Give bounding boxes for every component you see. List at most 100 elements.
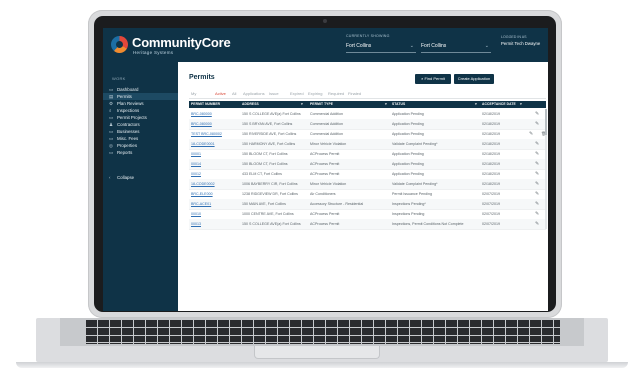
address-cell: 1000 CENTRE AVE, Fort Collins bbox=[242, 212, 294, 216]
sidebar-item-permits[interactable]: ▤ Permits bbox=[103, 93, 178, 100]
currently-showing-label: CURRENTLY SHOWING bbox=[346, 34, 390, 38]
edit-icon[interactable]: ✎ bbox=[535, 139, 539, 149]
permit-number-link[interactable]: BRC-080000 bbox=[191, 109, 212, 119]
main-content: Permits ⌕ Find Permit Create Application… bbox=[178, 62, 548, 311]
edit-icon[interactable]: ✎ bbox=[535, 209, 539, 219]
edit-icon[interactable]: ✎ bbox=[535, 169, 539, 179]
edit-icon[interactable]: ✎ bbox=[535, 109, 539, 119]
permit-number-link[interactable]: 00014 bbox=[191, 159, 201, 169]
logged-in-label: LOGGED IN AS bbox=[501, 35, 527, 39]
tab-expiring[interactable]: Expiring bbox=[308, 89, 322, 98]
create-application-button[interactable]: Create Application bbox=[454, 74, 494, 84]
permit-number-link[interactable]: 00001 bbox=[191, 149, 201, 159]
address-cell: 150 BLOOM CT, Fort Collins bbox=[242, 152, 288, 156]
filter-icon[interactable]: ▿ bbox=[385, 101, 387, 108]
property-icon: ◎ bbox=[109, 143, 114, 148]
edit-icon[interactable]: ✎ bbox=[535, 199, 539, 209]
location-select[interactable]: Fort Collins ⌄ bbox=[421, 40, 491, 53]
scrollbar-thumb[interactable] bbox=[545, 109, 547, 135]
sidebar-item-permit-projects[interactable]: ▭ Permit Projects bbox=[109, 114, 147, 121]
sidebar-item-dashboard[interactable]: ▭ Dashboard bbox=[109, 86, 138, 93]
chevron-left-icon: ‹ bbox=[109, 175, 111, 180]
tab-active[interactable]: Active bbox=[215, 89, 226, 98]
table-scrollbar[interactable] bbox=[545, 109, 547, 229]
permit-type-cell: Commercial Addition bbox=[310, 132, 343, 136]
edit-icon[interactable]: ✎ bbox=[535, 219, 539, 229]
contractor-icon: ♟ bbox=[109, 122, 114, 127]
sidebar-item-contractors[interactable]: ♟ Contractors bbox=[109, 121, 140, 128]
camera-icon bbox=[323, 19, 327, 23]
status-cell: Application Pending bbox=[392, 132, 424, 136]
sidebar-item-businesses[interactable]: ▭ Businesses bbox=[109, 128, 139, 135]
sidebar-item-reports[interactable]: ▭ Reports bbox=[109, 149, 132, 156]
find-permit-button[interactable]: ⌕ Find Permit bbox=[415, 74, 451, 84]
acceptance-date-cell: 02/07/2019 bbox=[482, 192, 500, 196]
table-row[interactable]: 00013 150 S COLLEGE AVE(a) Fort Collins AC… bbox=[189, 219, 546, 230]
column-header-address[interactable]: ADDRESS bbox=[242, 101, 259, 108]
permit-type-cell: ACProcess Permit bbox=[310, 212, 340, 216]
permit-number-link[interactable]: 00012 bbox=[191, 169, 201, 179]
permit-number-link[interactable]: BRC-ACE01 bbox=[191, 199, 211, 209]
acceptance-date-cell: 02/18/2019 bbox=[482, 122, 500, 126]
sidebar-item-misc-fees[interactable]: ▭ Misc. Fees bbox=[109, 135, 138, 142]
permit-number-link[interactable]: BRC-ELE000 bbox=[191, 189, 213, 199]
edit-icon[interactable]: ✎ bbox=[535, 119, 539, 129]
address-cell: 150 S COLLEGE AVE(a) Fort Collins bbox=[242, 112, 301, 116]
filter-icon[interactable]: ▿ bbox=[475, 101, 477, 108]
sidebar-heading: WORK bbox=[112, 76, 126, 81]
acceptance-date-cell: 02/07/2019 bbox=[482, 222, 500, 226]
sidebar-item-inspections[interactable]: ⌕ Inspections bbox=[109, 107, 139, 114]
status-cell: Permit Issuance Pending bbox=[392, 192, 432, 196]
tab-applications[interactable]: Applications bbox=[243, 89, 265, 98]
address-cell: 1238 RIDGEVIEW DR, Fort Collins bbox=[242, 192, 298, 196]
permit-number-link[interactable]: 00010 bbox=[191, 209, 201, 219]
sidebar-item-plan-reviews[interactable]: ⚙ Plan Reviews bbox=[109, 100, 144, 107]
permit-number-link[interactable]: TEST BRC-080002 bbox=[191, 129, 222, 139]
sidebar-item-label: Properties bbox=[117, 143, 138, 148]
tab-all[interactable]: All bbox=[232, 89, 236, 98]
edit-icon[interactable]: ✎ bbox=[535, 149, 539, 159]
permit-number-link[interactable]: 18-CODE0002 bbox=[191, 179, 215, 189]
permit-type-cell: Commercial Addition bbox=[310, 122, 343, 126]
permit-number-link[interactable]: 00013 bbox=[191, 219, 201, 229]
permit-number-link[interactable]: BRC-080000 bbox=[191, 119, 212, 129]
acceptance-date-cell: 02/18/2019 bbox=[482, 182, 500, 186]
edit-icon[interactable]: ✎ bbox=[535, 179, 539, 189]
filter-icon[interactable]: ▿ bbox=[301, 101, 303, 108]
logo-icon bbox=[111, 36, 128, 53]
status-cell: Application Pending bbox=[392, 152, 424, 156]
column-header-status[interactable]: STATUS bbox=[392, 101, 405, 108]
edit-icon[interactable]: ✎ bbox=[535, 189, 539, 199]
address-cell: 150 RIVERSIDE AVE, Fort Collins bbox=[242, 132, 297, 136]
chevron-down-icon: ⌄ bbox=[409, 43, 414, 49]
laptop-lid: CommunityCore Heritage Systems CURRENTLY… bbox=[88, 10, 562, 318]
collapse-button[interactable]: ‹ Collapse bbox=[109, 174, 134, 181]
column-header-label: PERMIT TYPE bbox=[310, 102, 334, 106]
acceptance-date-cell: 02/07/2019 bbox=[482, 202, 500, 206]
tab-required[interactable]: Required bbox=[328, 89, 344, 98]
user-menu[interactable]: Permit Tech Dwayne bbox=[501, 41, 540, 46]
edit-icon[interactable]: ✎ bbox=[529, 129, 533, 139]
top-bar: CommunityCore Heritage Systems CURRENTLY… bbox=[103, 28, 548, 62]
tab-expired[interactable]: Expired bbox=[290, 89, 304, 98]
permit-type-cell: Air Conditioners bbox=[310, 192, 336, 196]
column-header-permit-type[interactable]: PERMIT TYPE bbox=[310, 101, 333, 108]
acceptance-date-cell: 02/18/2019 bbox=[482, 162, 500, 166]
keyboard bbox=[86, 320, 560, 344]
permit-type-cell: Accessory Structure - Residential bbox=[310, 202, 364, 206]
column-header-permit-number[interactable]: PERMIT NUMBER bbox=[191, 101, 220, 108]
trackpad bbox=[254, 346, 380, 359]
jurisdiction-select[interactable]: Fort Collins ⌄ bbox=[346, 40, 416, 53]
brand-name: CommunityCore bbox=[132, 35, 231, 50]
chevron-down-icon: ⌄ bbox=[484, 43, 489, 49]
filter-icon[interactable]: ▿ bbox=[520, 101, 522, 108]
status-cell: Application Pending bbox=[392, 122, 424, 126]
edit-icon[interactable]: ✎ bbox=[535, 159, 539, 169]
tab-finaled[interactable]: Finaled bbox=[348, 89, 361, 98]
page-title: Permits bbox=[189, 74, 215, 81]
permit-type-cell: ACProcess Permit bbox=[310, 222, 340, 226]
permit-number-link[interactable]: 18-CODE0001 bbox=[191, 139, 215, 149]
column-header-acceptance-date[interactable]: ACCEPTANCE DATE bbox=[482, 101, 516, 108]
sidebar-item-label: Permits bbox=[117, 94, 132, 99]
sidebar-item-properties[interactable]: ◎ Properties bbox=[109, 142, 137, 149]
